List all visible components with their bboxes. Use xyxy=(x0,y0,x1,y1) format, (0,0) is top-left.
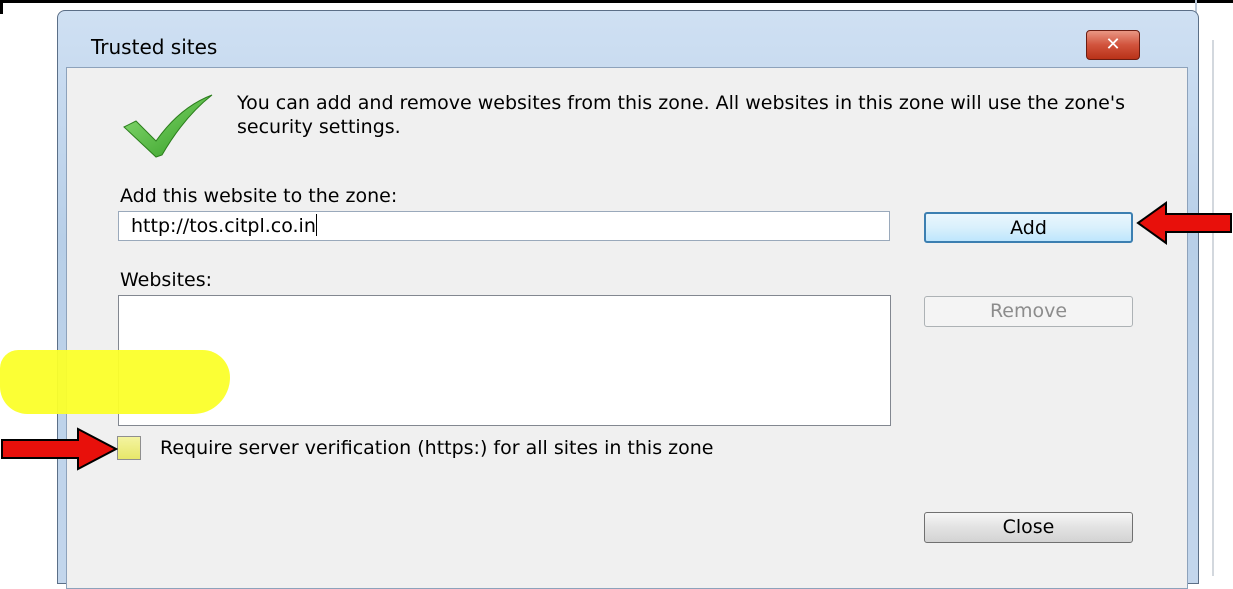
add-website-label: Add this website to the zone: xyxy=(120,185,397,207)
add-website-label-text: Add this website to the zone: xyxy=(120,185,398,207)
close-icon: ✕ xyxy=(1105,34,1121,55)
add-button[interactable]: Add xyxy=(924,212,1133,243)
trusted-sites-dialog: Trusted sites ✕ You can add and remove w… xyxy=(57,10,1199,589)
website-url-input[interactable]: http://tos.citpl.co.in xyxy=(118,211,890,241)
dialog-title: Trusted sites xyxy=(91,35,218,59)
website-url-value: http://tos.citpl.co.in xyxy=(131,215,316,237)
websites-list[interactable] xyxy=(118,295,891,426)
yellow-highlight-annotation xyxy=(0,350,230,414)
red-arrow-icon xyxy=(1,427,118,471)
close-x-button[interactable]: ✕ xyxy=(1086,30,1140,60)
text-caret xyxy=(315,214,317,236)
require-https-label: Require server verification (https:) for… xyxy=(160,437,714,459)
red-arrow-icon xyxy=(1136,201,1232,245)
green-checkmark-icon xyxy=(123,94,213,158)
background-window-edge-inner xyxy=(1212,40,1214,576)
websites-label: Websites: xyxy=(120,269,213,291)
require-https-checkbox[interactable] xyxy=(117,436,141,460)
zone-description: You can add and remove websites from thi… xyxy=(237,92,1125,138)
remove-button[interactable]: Remove xyxy=(924,296,1133,327)
page-border-left xyxy=(0,0,3,14)
title-bar[interactable]: Trusted sites ✕ xyxy=(58,11,1198,71)
close-button[interactable]: Close xyxy=(924,512,1133,543)
dialog-body: You can add and remove websites from thi… xyxy=(66,67,1188,589)
page-border-top xyxy=(0,0,1233,3)
